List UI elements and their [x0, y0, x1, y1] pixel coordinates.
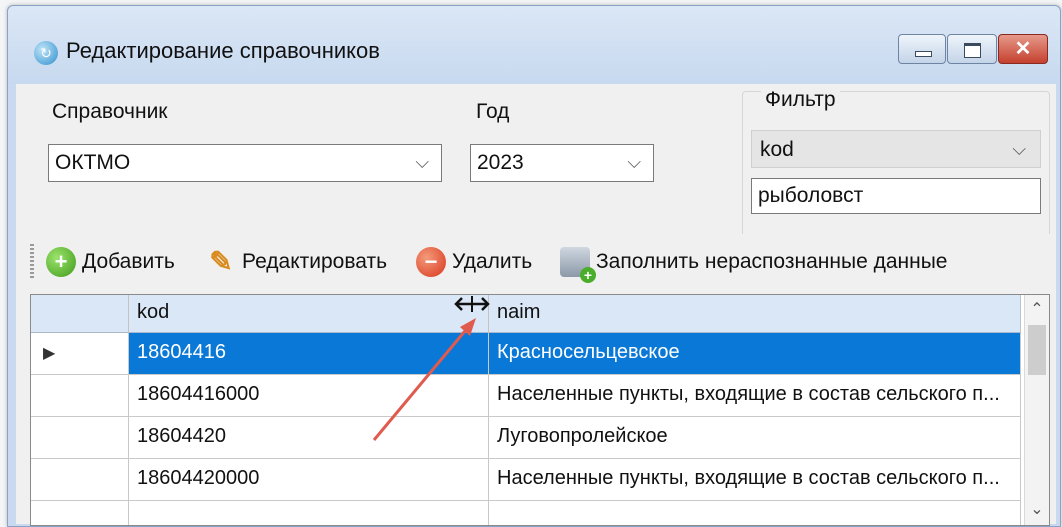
minimize-icon: [915, 51, 932, 57]
window-content: Справочник ОКТМО ⌵ Год 2023 ⌵ Фильтр kod…: [16, 84, 1056, 526]
year-select[interactable]: 2023 ⌵: [470, 144, 654, 182]
row-header[interactable]: [31, 501, 129, 525]
plus-circle-icon: +: [46, 247, 76, 277]
row-header-corner: [31, 295, 129, 333]
toolbar: + Добавить ✎ Редактировать − Удалить + З…: [16, 234, 1056, 290]
filter-field-value: kod: [760, 138, 794, 161]
reference-select[interactable]: ОКТМО ⌵: [48, 144, 442, 182]
scroll-down-icon[interactable]: ⌄: [1025, 495, 1049, 525]
row-header[interactable]: [31, 459, 129, 501]
cell-kod[interactable]: 18604416: [129, 333, 489, 375]
minimize-button[interactable]: [898, 34, 946, 64]
cell-kod[interactable]: [129, 501, 489, 525]
delete-button[interactable]: − Удалить: [416, 242, 532, 282]
add-button[interactable]: + Добавить: [46, 242, 175, 282]
add-button-label: Добавить: [82, 250, 175, 273]
cell-kod[interactable]: 18604416000: [129, 375, 489, 417]
vertical-scrollbar[interactable]: ⌃ ⌄: [1024, 295, 1049, 525]
chevron-down-icon: ⌵: [1012, 139, 1026, 159]
column-header-naim[interactable]: naim: [489, 295, 1021, 333]
row-header[interactable]: [31, 417, 129, 459]
filter-field-select[interactable]: kod ⌵: [751, 130, 1041, 168]
table-row[interactable]: ▶ 18604416 Красносельцевское: [31, 333, 1021, 375]
table-row[interactable]: 18604420000 Населенные пункты, входящие …: [31, 459, 1021, 501]
cell-kod[interactable]: 18604420000: [129, 459, 489, 501]
chevron-down-icon: ⌵: [627, 152, 641, 172]
cell-kod[interactable]: 18604420: [129, 417, 489, 459]
edit-button-label: Редактировать: [242, 250, 388, 273]
toolbar-grip[interactable]: [30, 244, 34, 280]
scroll-up-icon[interactable]: ⌃: [1025, 295, 1049, 325]
year-value: 2023: [477, 151, 524, 174]
filter-group: Фильтр kod ⌵: [742, 88, 1050, 243]
cell-naim[interactable]: Населенные пункты, входящие в состав сел…: [489, 459, 1021, 501]
close-icon: ✕: [1014, 38, 1032, 60]
app-icon: ↻: [34, 41, 58, 65]
window-title: Редактирование справочников: [66, 38, 380, 63]
table-row[interactable]: 18604416000 Населенные пункты, входящие …: [31, 375, 1021, 417]
scroll-thumb[interactable]: [1028, 325, 1046, 375]
fill-unrecognized-button-label: Заполнить нераспознанные данные: [596, 250, 948, 273]
maximize-icon: [964, 43, 981, 58]
maximize-button[interactable]: [947, 34, 997, 64]
table-row[interactable]: 18604420 Луговопролейское: [31, 417, 1021, 459]
current-row-icon: ▶: [43, 345, 56, 362]
edit-button[interactable]: ✎ Редактировать: [206, 242, 387, 282]
filter-search-input[interactable]: [751, 178, 1041, 214]
row-header[interactable]: [31, 375, 129, 417]
title-bar[interactable]: ↻ Редактирование справочников ✕: [8, 6, 1060, 84]
data-grid: kod naim ▶ 18604416 Красносельцевское 18…: [30, 294, 1050, 526]
column-resize-cursor-icon: [454, 296, 490, 312]
filter-title: Фильтр: [761, 88, 840, 112]
reference-label: Справочник: [52, 100, 168, 123]
year-label: Год: [476, 100, 510, 123]
cell-naim[interactable]: Населенные пункты, входящие в состав сел…: [489, 375, 1021, 417]
fill-unrecognized-button[interactable]: + Заполнить нераспознанные данные: [560, 242, 948, 283]
cell-naim[interactable]: Красносельцевское: [489, 333, 1021, 375]
table-row-partial[interactable]: [31, 501, 1021, 525]
chevron-down-icon: ⌵: [415, 152, 429, 172]
cell-naim[interactable]: [489, 501, 1021, 525]
reference-value: ОКТМО: [55, 151, 131, 174]
column-header-kod[interactable]: kod: [129, 295, 489, 333]
delete-button-label: Удалить: [452, 250, 533, 273]
editor-window: ↻ Редактирование справочников ✕ Справочн…: [7, 5, 1061, 527]
minus-circle-icon: −: [416, 247, 446, 277]
cell-naim[interactable]: Луговопролейское: [489, 417, 1021, 459]
close-button[interactable]: ✕: [998, 34, 1048, 64]
database-add-icon: +: [560, 247, 596, 283]
row-header[interactable]: ▶: [31, 333, 129, 375]
pencil-icon: ✎: [209, 246, 233, 277]
